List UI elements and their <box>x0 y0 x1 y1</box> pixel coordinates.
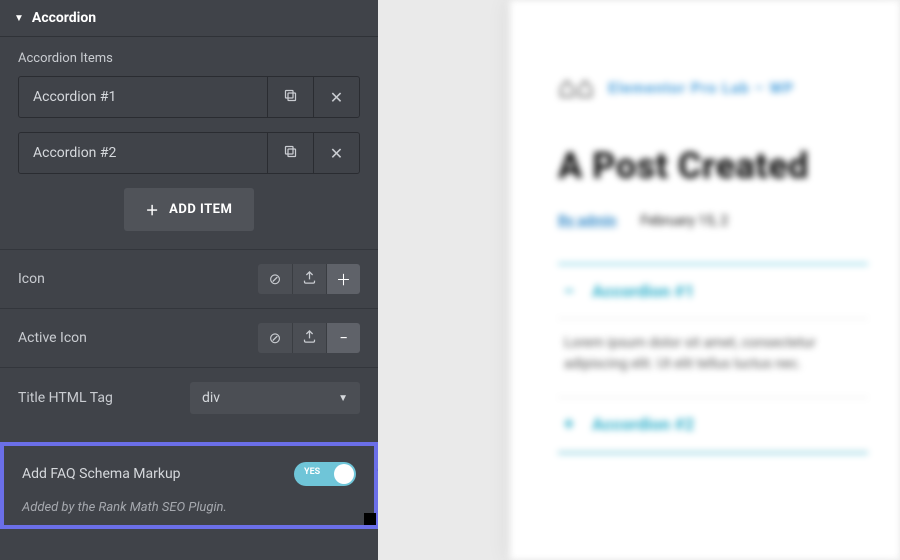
remove-item-button[interactable]: ✕ <box>313 133 359 173</box>
accordion-preview-body: Lorem ipsum dolor sit amet, consectetur … <box>558 319 868 398</box>
section-title: Accordion <box>32 10 96 26</box>
icon-none-button[interactable]: ⊘ <box>258 323 292 353</box>
accordion-item-row[interactable]: Accordion #2 ✕ <box>18 132 360 174</box>
title-tag-value: div <box>202 390 220 406</box>
editor-sidebar: ▼ Accordion Accordion Items Accordion #1… <box>0 0 378 560</box>
accordion-preview-title: Accordion #1 <box>592 282 694 302</box>
post-meta: By admin February 15, 2 <box>558 213 900 229</box>
close-icon: ✕ <box>330 88 343 107</box>
plus-icon: ＋ <box>146 200 160 219</box>
active-icon-picker: ⊘ − <box>258 323 360 353</box>
none-icon: ⊘ <box>269 329 282 347</box>
title-html-tag-row: Title HTML Tag div ▼ <box>0 367 378 428</box>
faq-schema-highlight-box: Add FAQ Schema Markup YES Added by the R… <box>0 442 378 529</box>
icon-none-button[interactable]: ⊘ <box>258 264 292 294</box>
title-tag-select[interactable]: div ▼ <box>190 382 360 414</box>
icon-label: Icon <box>18 271 45 287</box>
post-author: By admin <box>558 213 617 229</box>
faq-schema-hint: Added by the Rank Math SEO Plugin. <box>22 500 356 515</box>
active-icon-label: Active Icon <box>18 330 87 346</box>
toggle-knob <box>334 464 354 484</box>
title-tag-label: Title HTML Tag <box>18 390 113 406</box>
minus-icon: − <box>339 329 348 347</box>
site-logo-icon: ⌂⌂ <box>558 70 594 105</box>
add-item-button[interactable]: ＋ ADD ITEM <box>124 188 255 231</box>
icon-library-button[interactable]: ＋ <box>326 264 360 294</box>
post-title: A Post Created <box>558 145 900 187</box>
minus-icon: − <box>564 281 580 302</box>
none-icon: ⊘ <box>269 270 282 288</box>
copy-icon <box>283 88 298 107</box>
accordion-preview-item-open[interactable]: − Accordion #1 <box>558 265 868 319</box>
post-date: February 15, 2 <box>641 213 729 229</box>
caret-down-icon: ▼ <box>338 393 348 404</box>
active-icon-control-row: Active Icon ⊘ − <box>0 308 378 367</box>
canvas-preview: ⌂⌂ Elementor Pro Lab – WP A Post Created… <box>378 0 900 560</box>
faq-schema-row: Add FAQ Schema Markup YES <box>22 462 356 486</box>
faq-schema-label: Add FAQ Schema Markup <box>22 466 181 482</box>
chevron-down-icon: ▼ <box>14 13 24 24</box>
icon-library-button[interactable]: − <box>326 323 360 353</box>
icon-upload-button[interactable] <box>292 264 326 294</box>
toggle-on-text: YES <box>304 467 320 477</box>
accordion-items-section: Accordion Items Accordion #1 ✕ Accordion… <box>0 37 378 249</box>
accordion-item-label: Accordion #1 <box>19 77 267 117</box>
panel-resize-handle[interactable] <box>364 513 376 525</box>
upload-icon <box>302 329 317 348</box>
copy-icon <box>283 144 298 163</box>
icon-picker: ⊘ ＋ <box>258 264 360 294</box>
duplicate-item-button[interactable] <box>267 77 313 117</box>
add-item-label: ADD ITEM <box>169 202 232 217</box>
page-preview: ⌂⌂ Elementor Pro Lab – WP A Post Created… <box>510 0 900 560</box>
upload-icon <box>302 270 317 289</box>
section-header-accordion[interactable]: ▼ Accordion <box>0 0 378 37</box>
site-name: Elementor Pro Lab – WP <box>608 79 794 97</box>
items-label: Accordion Items <box>18 51 360 66</box>
accordion-item-label: Accordion #2 <box>19 133 267 173</box>
accordion-preview-item-closed[interactable]: + Accordion #2 <box>558 398 868 452</box>
accordion-preview: − Accordion #1 Lorem ipsum dolor sit ame… <box>558 263 868 454</box>
plus-icon: ＋ <box>336 269 351 290</box>
close-icon: ✕ <box>330 144 343 163</box>
remove-item-button[interactable]: ✕ <box>313 77 359 117</box>
faq-schema-toggle[interactable]: YES <box>294 462 356 486</box>
accordion-item-row[interactable]: Accordion #1 ✕ <box>18 76 360 118</box>
duplicate-item-button[interactable] <box>267 133 313 173</box>
plus-icon: + <box>564 414 580 435</box>
icon-upload-button[interactable] <box>292 323 326 353</box>
accordion-preview-title: Accordion #2 <box>592 415 694 435</box>
icon-control-row: Icon ⊘ ＋ <box>0 249 378 308</box>
